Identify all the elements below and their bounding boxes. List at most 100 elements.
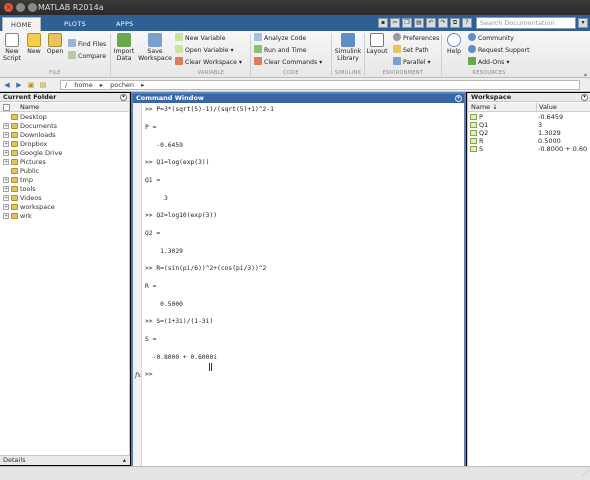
paste-icon[interactable]: ▤ xyxy=(414,18,424,28)
new-icon xyxy=(27,33,41,47)
tab-plots[interactable]: PLOTS xyxy=(56,17,94,31)
analyze-code-button[interactable]: Analyze Code xyxy=(254,33,306,43)
help-icon[interactable]: ? xyxy=(462,18,472,28)
workspace-variable-row[interactable]: Q1 3 xyxy=(468,121,590,129)
folder-item[interactable]: + Pictures xyxy=(0,158,129,167)
set-path-button[interactable]: Set Path xyxy=(393,45,429,55)
folder-item[interactable]: Desktop xyxy=(0,113,129,122)
column-value-header[interactable]: Value xyxy=(536,103,557,112)
mouse-cursor-icon xyxy=(209,363,212,371)
expand-icon[interactable]: + xyxy=(3,195,9,201)
output-line: 0.5000 xyxy=(145,301,183,308)
parallel-icon xyxy=(393,57,401,65)
command-gutter xyxy=(133,103,142,466)
output-line: Q1 = xyxy=(145,177,161,184)
variable-icon xyxy=(470,130,477,136)
search-documentation-input[interactable]: Search Documentation xyxy=(476,17,576,29)
new-variable-button[interactable]: New Variable xyxy=(175,33,226,43)
details-panel-header[interactable]: Details ▴ xyxy=(0,455,130,465)
find-files-icon xyxy=(68,39,76,47)
save-icon[interactable]: ▪ xyxy=(378,18,388,28)
workspace-variable-row[interactable]: R 0.5000 xyxy=(468,137,590,145)
folder-item[interactable]: + wrk xyxy=(0,212,129,221)
collapse-ribbon-icon[interactable]: ▴ xyxy=(584,71,587,78)
open-variable-icon xyxy=(175,45,183,53)
clear-workspace-button[interactable]: Clear Workspace ▾ xyxy=(175,57,242,67)
expand-icon[interactable]: + xyxy=(3,141,9,147)
cut-icon[interactable]: ✂ xyxy=(390,18,400,28)
community-button[interactable]: Community xyxy=(468,33,514,43)
select-all-checkbox[interactable] xyxy=(3,104,10,111)
workspace-variable-row[interactable]: P -0.6459 xyxy=(468,113,590,121)
back-icon[interactable]: ◀ xyxy=(2,80,12,90)
panel-actions-icon[interactable]: ▾ xyxy=(581,94,588,101)
minimize-window-button[interactable] xyxy=(16,3,25,12)
folder-item[interactable]: Public xyxy=(0,167,129,176)
path-segment[interactable]: pochen xyxy=(110,81,134,89)
run-and-time-button[interactable]: Run and Time xyxy=(254,45,307,55)
close-window-button[interactable]: × xyxy=(4,3,13,12)
command-window-content[interactable]: >> P=3*(sqrt(5)-1)/(sqrt(5)+1)^2-1 P = -… xyxy=(133,103,464,466)
folder-item[interactable]: + Dropbox xyxy=(0,140,129,149)
new-script-button[interactable]: New Script xyxy=(2,33,22,62)
simulink-library-button[interactable]: Simulink Library xyxy=(334,33,362,62)
preferences-button[interactable]: Preferences xyxy=(393,33,439,43)
parallel-button[interactable]: Parallel ▾ xyxy=(393,57,431,67)
redo-icon[interactable]: ↷ xyxy=(438,18,448,28)
folder-item[interactable]: + Documents xyxy=(0,122,129,131)
panel-actions-icon[interactable]: ▾ xyxy=(455,95,462,102)
command-prompt[interactable]: >> xyxy=(145,371,153,378)
folder-item[interactable]: + Downloads xyxy=(0,131,129,140)
add-ons-button[interactable]: Add-Ons ▾ xyxy=(468,57,509,67)
compare-button[interactable]: Compare xyxy=(68,51,106,61)
expand-icon[interactable]: + xyxy=(3,186,9,192)
column-name-header[interactable]: Name xyxy=(20,103,39,112)
switch-windows-icon[interactable]: ⧉ xyxy=(450,18,460,28)
path-segment[interactable]: home xyxy=(74,81,92,89)
expand-icon[interactable]: + xyxy=(3,132,9,138)
expand-icon[interactable]: + xyxy=(3,159,9,165)
workspace-variable-row[interactable]: S -0.8000 + 0.60 xyxy=(468,145,590,153)
expand-icon[interactable]: + xyxy=(3,204,9,210)
variable-icon xyxy=(470,114,477,120)
save-workspace-button[interactable]: Save Workspace xyxy=(138,33,172,62)
browse-folder-icon[interactable]: ▤ xyxy=(38,80,48,90)
open-variable-button[interactable]: Open Variable ▾ xyxy=(175,45,234,55)
function-browser-icon[interactable]: fx xyxy=(135,371,141,379)
request-support-button[interactable]: Request Support xyxy=(468,45,530,55)
forward-icon[interactable]: ▶ xyxy=(14,80,24,90)
expand-icon[interactable]: + xyxy=(3,150,9,156)
undo-icon[interactable]: ↶ xyxy=(426,18,436,28)
up-folder-icon[interactable]: ▣ xyxy=(26,80,36,90)
new-button[interactable]: New xyxy=(25,33,43,55)
workspace-variable-row[interactable]: Q2 1.3029 xyxy=(468,129,590,137)
folder-icon xyxy=(11,150,18,156)
folder-item[interactable]: + Google Drive xyxy=(0,149,129,158)
import-data-button[interactable]: Import Data xyxy=(112,33,136,62)
resize-grip-icon[interactable]: ⋰ xyxy=(582,470,588,477)
expand-icon[interactable]: + xyxy=(3,177,9,183)
layout-button[interactable]: Layout xyxy=(366,33,388,55)
workspace-header: Workspace ▾ xyxy=(468,93,590,102)
command-line: >> P=3*(sqrt(5)-1)/(sqrt(5)+1)^2-1 xyxy=(145,106,274,113)
search-filter-icon[interactable]: ▾ xyxy=(578,18,588,28)
open-button[interactable]: Open xyxy=(45,33,65,55)
simulink-icon xyxy=(341,33,355,47)
column-name-header[interactable]: Name ↓ xyxy=(471,103,498,112)
expand-icon[interactable]: + xyxy=(3,123,9,129)
tab-apps[interactable]: APPS xyxy=(108,17,142,31)
folder-item[interactable]: + tools xyxy=(0,185,129,194)
clear-commands-button[interactable]: Clear Commands ▾ xyxy=(254,57,322,67)
maximize-window-button[interactable] xyxy=(28,3,37,12)
folder-item[interactable]: + workspace xyxy=(0,203,129,212)
panel-actions-icon[interactable]: ▾ xyxy=(120,94,127,101)
help-button[interactable]: Help xyxy=(444,33,464,55)
tab-home[interactable]: HOME xyxy=(2,17,41,31)
find-files-button[interactable]: Find Files xyxy=(68,39,106,49)
current-folder-path[interactable]: / home ▸ pochen ▸ xyxy=(60,80,580,90)
expand-details-icon[interactable]: ▴ xyxy=(123,456,126,465)
copy-icon[interactable]: ❐ xyxy=(402,18,412,28)
folder-item[interactable]: + Videos xyxy=(0,194,129,203)
folder-item[interactable]: + tmp xyxy=(0,176,129,185)
expand-icon[interactable]: + xyxy=(3,213,9,219)
